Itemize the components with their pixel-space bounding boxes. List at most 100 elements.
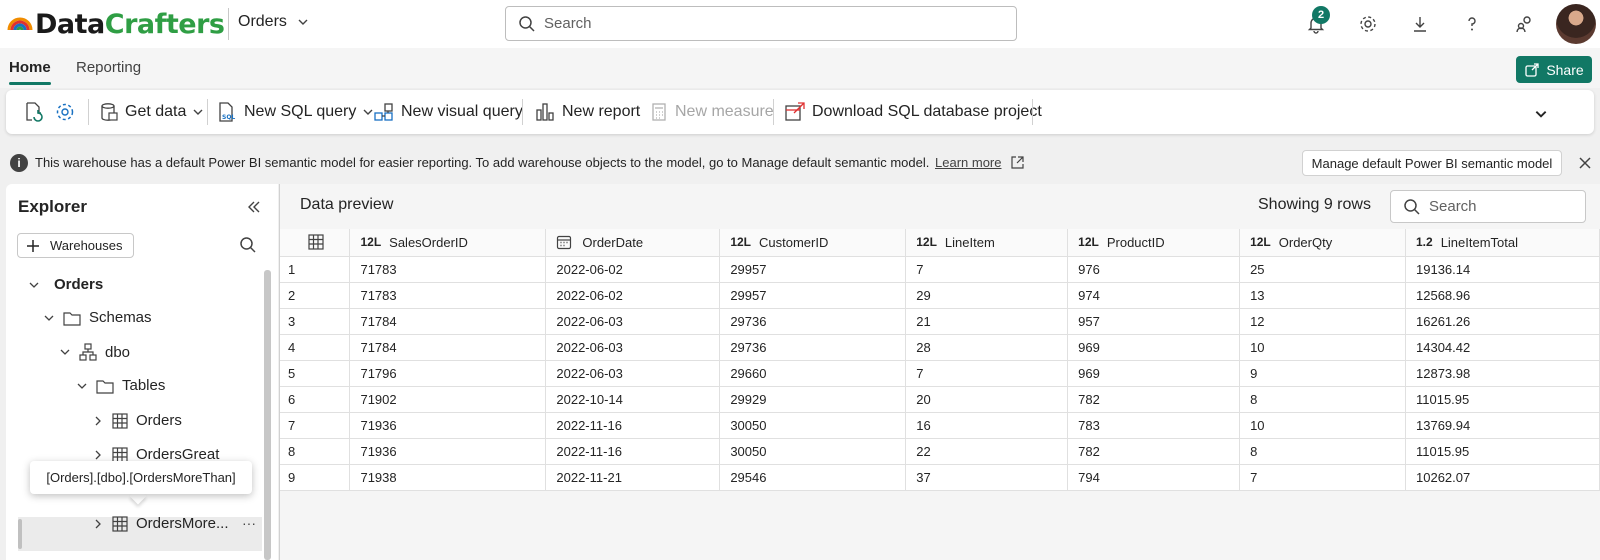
column-header-customerid[interactable]: 12L CustomerID [719,229,907,257]
table-cell[interactable]: 29736 [719,334,907,361]
table-row[interactable]: 9 71938 2022-11-21 29546 37 794 7 10262.07 [280,464,1600,491]
column-header-orderdate[interactable]: OrderDate [545,229,721,257]
table-cell[interactable]: 29957 [719,256,907,283]
table-cell[interactable]: 16 [905,412,1069,439]
table-row[interactable]: 5 71796 2022-06-03 29660 7 969 9 12873.98 [280,360,1600,387]
get-data-button[interactable]: Get data [99,98,204,126]
table-cell[interactable]: 12 [1239,308,1406,335]
table-cell[interactable]: 11015.95 [1405,386,1600,413]
table-cell[interactable]: 14304.42 [1405,334,1600,361]
column-header-productid[interactable]: 12L ProductID [1067,229,1241,257]
more-options-icon[interactable]: ··· [242,515,256,531]
table-cell[interactable]: 10262.07 [1405,464,1600,491]
table-cell[interactable]: 794 [1067,464,1241,491]
table-cell[interactable]: 9 [1239,360,1406,387]
table-cell[interactable]: 2022-11-16 [545,438,721,465]
table-cell[interactable]: 29736 [719,308,907,335]
table-cell[interactable]: 20 [905,386,1069,413]
tree-item-dbo[interactable]: dbo [59,343,130,361]
close-icon[interactable] [1578,156,1592,170]
new-report-button[interactable]: New report [534,98,640,126]
add-warehouses-button[interactable]: Warehouses [17,233,134,258]
table-cell[interactable]: 976 [1067,256,1241,283]
workspace-selector[interactable]: Orders [238,13,309,31]
preview-search[interactable] [1390,190,1586,223]
collapse-panel-icon[interactable] [247,200,261,214]
table-cell[interactable]: 10 [1239,412,1406,439]
download-button[interactable] [1407,11,1433,37]
table-cell[interactable]: 71938 [349,464,547,491]
tree-item-orders-warehouse[interactable]: Orders [28,276,103,293]
tab-home[interactable]: Home [9,59,51,76]
table-cell[interactable]: 8 [1239,386,1406,413]
table-row[interactable]: 7 71936 2022-11-16 30050 16 783 10 13769.94 [280,412,1600,439]
table-cell[interactable]: 7 [905,256,1069,283]
table-cell[interactable]: 30050 [719,438,907,465]
new-measure-button[interactable]: New measure [649,98,774,126]
new-sql-query-button[interactable]: SQL New SQL query [216,98,374,126]
table-cell[interactable]: 969 [1067,360,1241,387]
table-row[interactable]: 4 71784 2022-06-03 29736 28 969 10 14304.42 [280,334,1600,361]
learn-more-link[interactable]: Learn more [935,155,1001,170]
column-header-lineitemtotal[interactable]: 1.2 LineItemTotal [1405,229,1600,257]
table-cell[interactable]: 71784 [349,334,547,361]
table-cell[interactable]: 71796 [349,360,547,387]
explorer-scrollbar[interactable] [264,270,271,560]
share-button[interactable]: Share [1516,56,1592,83]
feedback-button[interactable] [1511,11,1537,37]
global-search[interactable] [505,6,1017,41]
tree-item-table-ordersmorethan[interactable]: OrdersMore... [92,515,229,532]
table-cell[interactable]: 29660 [719,360,907,387]
table-cell[interactable]: 21 [905,308,1069,335]
column-header-salesorderid[interactable]: 12L SalesOrderID [349,229,547,257]
tab-reporting[interactable]: Reporting [76,59,141,76]
table-cell[interactable]: 71783 [349,282,547,309]
table-cell[interactable]: 29957 [719,282,907,309]
table-cell[interactable]: 22 [905,438,1069,465]
preview-search-input[interactable] [1429,198,1579,215]
table-cell[interactable]: 2022-10-14 [545,386,721,413]
table-row[interactable]: 1 71783 2022-06-02 29957 7 976 25 19136.14 [280,256,1600,283]
table-cell[interactable]: 11015.95 [1405,438,1600,465]
table-cell[interactable]: 2022-06-03 [545,308,721,335]
search-icon[interactable] [239,236,257,254]
table-cell[interactable]: 2022-06-03 [545,360,721,387]
table-cell[interactable]: 7 [905,360,1069,387]
table-cell[interactable]: 71784 [349,308,547,335]
table-cell[interactable]: 71783 [349,256,547,283]
table-cell[interactable]: 2022-11-21 [545,464,721,491]
table-cell[interactable]: 2022-11-16 [545,412,721,439]
ribbon-expand-button[interactable] [1534,100,1548,128]
table-cell[interactable]: 28 [905,334,1069,361]
column-header-lineitem[interactable]: 12L LineItem [905,229,1069,257]
new-visual-query-button[interactable]: New visual query [373,98,523,126]
table-cell[interactable]: 71936 [349,412,547,439]
table-cell[interactable]: 8 [1239,438,1406,465]
table-row[interactable]: 8 71936 2022-11-16 30050 22 782 8 11015.95 [280,438,1600,465]
settings-ribbon-button[interactable] [54,98,76,126]
table-cell[interactable]: 12873.98 [1405,360,1600,387]
table-row[interactable]: 2 71783 2022-06-02 29957 29 974 13 12568.96 [280,282,1600,309]
table-cell[interactable]: 12568.96 [1405,282,1600,309]
table-cell[interactable]: 37 [905,464,1069,491]
table-cell[interactable]: 957 [1067,308,1241,335]
table-cell[interactable]: 783 [1067,412,1241,439]
manage-semantic-model-button[interactable]: Manage default Power BI semantic model [1302,150,1562,176]
table-cell[interactable]: 16261.26 [1405,308,1600,335]
table-row[interactable]: 3 71784 2022-06-03 29736 21 957 12 16261.26 [280,308,1600,335]
table-cell[interactable]: 71936 [349,438,547,465]
column-header-orderqty[interactable]: 12L OrderQty [1239,229,1406,257]
table-cell[interactable]: 29546 [719,464,907,491]
table-cell[interactable]: 10 [1239,334,1406,361]
table-cell[interactable]: 782 [1067,386,1241,413]
brand-logo[interactable]: DataCrafters [6,6,225,42]
user-avatar[interactable] [1556,4,1596,44]
table-cell[interactable]: 974 [1067,282,1241,309]
external-link-icon[interactable] [1010,155,1025,170]
table-cell[interactable]: 71902 [349,386,547,413]
table-row[interactable]: 6 71902 2022-10-14 29929 20 782 8 11015.95 [280,386,1600,413]
table-cell[interactable]: 19136.14 [1405,256,1600,283]
table-cell[interactable]: 25 [1239,256,1406,283]
settings-button[interactable] [1355,11,1381,37]
select-all-cell[interactable] [280,229,351,257]
